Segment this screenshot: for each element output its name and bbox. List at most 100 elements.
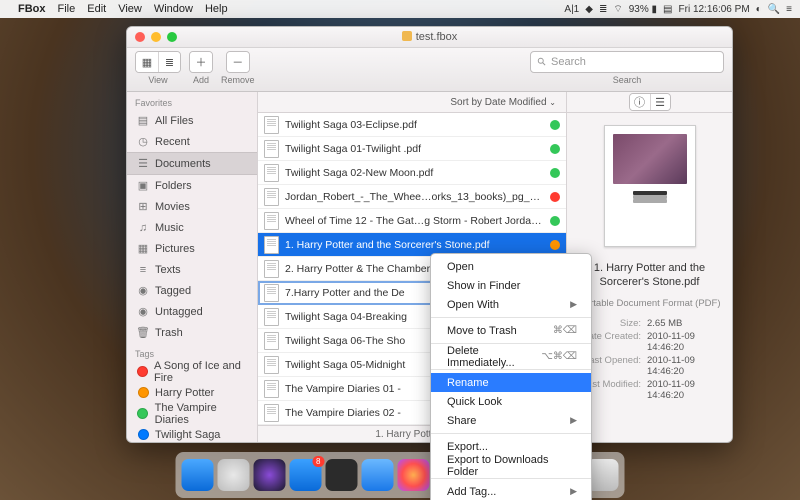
remove-button[interactable]: － — [227, 52, 249, 72]
dock-launchpad-icon[interactable] — [218, 459, 250, 491]
sidebar-item-label: Trash — [155, 327, 183, 339]
sidebar-item-label: All Files — [155, 115, 194, 127]
sidebar-item-label: Recent — [155, 136, 190, 148]
clock-icon: ◷ — [137, 136, 149, 148]
menu-item-label: Move to Trash — [447, 325, 517, 337]
sidebar-item-movies[interactable]: ⊞Movies — [127, 196, 257, 217]
file-thumb-icon — [264, 116, 279, 134]
file-name: Twilight Saga 02-New Moon.pdf — [285, 167, 544, 179]
menu-item-show-in-finder[interactable]: Show in Finder — [431, 276, 591, 295]
sidebar-favorites-header: Favorites — [127, 92, 257, 110]
menu-window[interactable]: Window — [154, 3, 193, 15]
menu-item-open-with[interactable]: Open With▶ — [431, 295, 591, 314]
music-icon: ♫ — [137, 222, 149, 234]
sidebar-item-all-files[interactable]: ▤ All Files — [127, 110, 257, 131]
dock-appstore-icon[interactable]: 8 — [290, 459, 322, 491]
dock-photos-icon[interactable] — [398, 459, 430, 491]
menu-file[interactable]: File — [58, 3, 76, 15]
file-row[interactable]: Twilight Saga 02-New Moon.pdf — [258, 161, 566, 185]
menu-item-move-to-trash[interactable]: Move to Trash⌘⌫ — [431, 321, 591, 340]
chevron-down-icon: ⌄ — [549, 98, 556, 107]
sidebar-item-label: Untagged — [155, 306, 203, 318]
menubar-spotlight-icon[interactable]: 🔍 — [768, 4, 780, 15]
file-thumb-icon — [264, 404, 279, 422]
file-thumb-icon — [264, 356, 279, 374]
sidebar-tag-a-song-of-ice-and-fire[interactable]: A Song of Ice and Fire — [127, 361, 257, 382]
sidebar-tag-label: Twilight Saga — [155, 429, 220, 441]
sidebar-item-music[interactable]: ♫Music — [127, 217, 257, 238]
search-input[interactable]: Search — [530, 51, 724, 73]
menu-view[interactable]: View — [118, 3, 142, 15]
sidebar-tag-harry-potter[interactable]: Harry Potter — [127, 382, 257, 403]
sidebar-item-untagged[interactable]: ◉Untagged — [127, 301, 257, 322]
file-thumb-icon — [264, 308, 279, 326]
menu-edit[interactable]: Edit — [87, 3, 106, 15]
menu-item-label: Open — [447, 261, 474, 273]
sidebar-tag-the-vampire-diaries[interactable]: The Vampire Diaries — [127, 403, 257, 424]
file-thumb-icon — [264, 140, 279, 158]
file-row[interactable]: Twilight Saga 03-Eclipse.pdf — [258, 113, 566, 137]
sidebar-item-tagged[interactable]: ◉Tagged — [127, 280, 257, 301]
menu-item-add-tag-[interactable]: Add Tag...▶ — [431, 482, 591, 500]
menubar-user-icon[interactable]: ◐ — [756, 4, 762, 15]
sort-dropdown[interactable]: Sort by Date Modified ⌄ — [258, 92, 566, 113]
file-tag-dot-icon — [550, 168, 560, 178]
menu-item-delete-immediately-[interactable]: Delete Immediately...⌥⌘⌫ — [431, 347, 591, 366]
sidebar-item-folders[interactable]: ▣Folders — [127, 175, 257, 196]
menubar-input-flag-icon[interactable]: ▤ — [663, 4, 672, 15]
dock-mail-icon[interactable] — [362, 459, 394, 491]
detail-tab[interactable]: ☰ — [650, 94, 670, 110]
inspector-tabs[interactable]: ⓘ☰ — [567, 92, 732, 113]
dock-terminal-icon[interactable] — [326, 459, 358, 491]
file-thumb-icon — [264, 164, 279, 182]
menubar-bluetooth-icon[interactable]: ≣ — [599, 4, 607, 15]
tag-dot-icon — [138, 429, 149, 440]
sidebar-item-recent[interactable]: ◷ Recent — [127, 131, 257, 152]
dock-siri-icon[interactable] — [254, 459, 286, 491]
doc-icon: ☰ — [137, 158, 149, 170]
meta-value: 2.65 MB — [641, 318, 720, 329]
menubar-evernote-icon[interactable]: ◆ — [585, 4, 593, 15]
view-list-button[interactable]: ≣ — [158, 52, 180, 72]
sidebar-tag-twilight-saga[interactable]: Twilight Saga — [127, 424, 257, 442]
menubar-notification-icon[interactable]: ≡ — [786, 4, 792, 15]
sidebar-item-texts[interactable]: ≡Texts — [127, 259, 257, 280]
sidebar-item-label: Folders — [155, 180, 192, 192]
info-tab[interactable]: ⓘ — [630, 94, 650, 110]
preview-filename: 1. Harry Potter and the Sorcerer's Stone… — [575, 261, 724, 290]
files-icon: ▤ — [137, 115, 149, 127]
meta-value: 2010-11-09 14:46:20 — [641, 355, 720, 377]
dock-finder-icon[interactable] — [182, 459, 214, 491]
file-tag-dot-icon — [550, 192, 560, 202]
file-row[interactable]: Wheel of Time 12 - The Gat…g Storm - Rob… — [258, 209, 566, 233]
sidebar-item-trash[interactable]: 🗑Trash — [127, 322, 257, 343]
view-mode-segment[interactable]: ▦ ≣ — [135, 51, 181, 73]
file-row[interactable]: Twilight Saga 01-Twilight .pdf — [258, 137, 566, 161]
menubar-battery[interactable]: 93% ▮ — [629, 4, 657, 15]
titlebar[interactable]: test.fbox — [127, 27, 732, 48]
menubar-clock[interactable]: Fri 12:16:06 PM — [679, 4, 750, 15]
menu-item-export-to-downloads-folder[interactable]: Export to Downloads Folder — [431, 456, 591, 475]
file-row[interactable]: Jordan_Robert_-_The_Whee…orks_13_books)_… — [258, 185, 566, 209]
menu-item-quick-look[interactable]: Quick Look — [431, 392, 591, 411]
add-button[interactable]: ＋ — [190, 52, 212, 72]
movie-icon: ⊞ — [137, 201, 149, 213]
menu-help[interactable]: Help — [205, 3, 228, 15]
app-menu[interactable]: FBox — [18, 3, 46, 15]
file-thumb-icon — [264, 332, 279, 350]
meta-value: 2010-11-09 14:46:20 — [641, 331, 720, 353]
view-icon-button[interactable]: ▦ — [136, 52, 158, 72]
menubar-wifi-icon[interactable]: ⌔ — [613, 3, 622, 16]
menu-item-label: Add Tag... — [447, 486, 496, 498]
menu-item-share[interactable]: Share▶ — [431, 411, 591, 430]
menubar-adobe-icon[interactable]: A|1 — [564, 4, 579, 15]
menu-item-label: Share — [447, 415, 476, 427]
file-name: Twilight Saga 03-Eclipse.pdf — [285, 119, 544, 131]
context-menu[interactable]: Open Show in Finder Open With▶ Move to Tras… — [430, 253, 592, 500]
sidebar-item-documents[interactable]: ☰Documents — [127, 152, 257, 175]
sidebar-item-pictures[interactable]: ▦Pictures — [127, 238, 257, 259]
menu-item-open[interactable]: Open — [431, 257, 591, 276]
menu-item-rename[interactable]: Rename — [431, 373, 591, 392]
search-icon — [537, 57, 547, 67]
menu-item-label: Show in Finder — [447, 280, 520, 292]
